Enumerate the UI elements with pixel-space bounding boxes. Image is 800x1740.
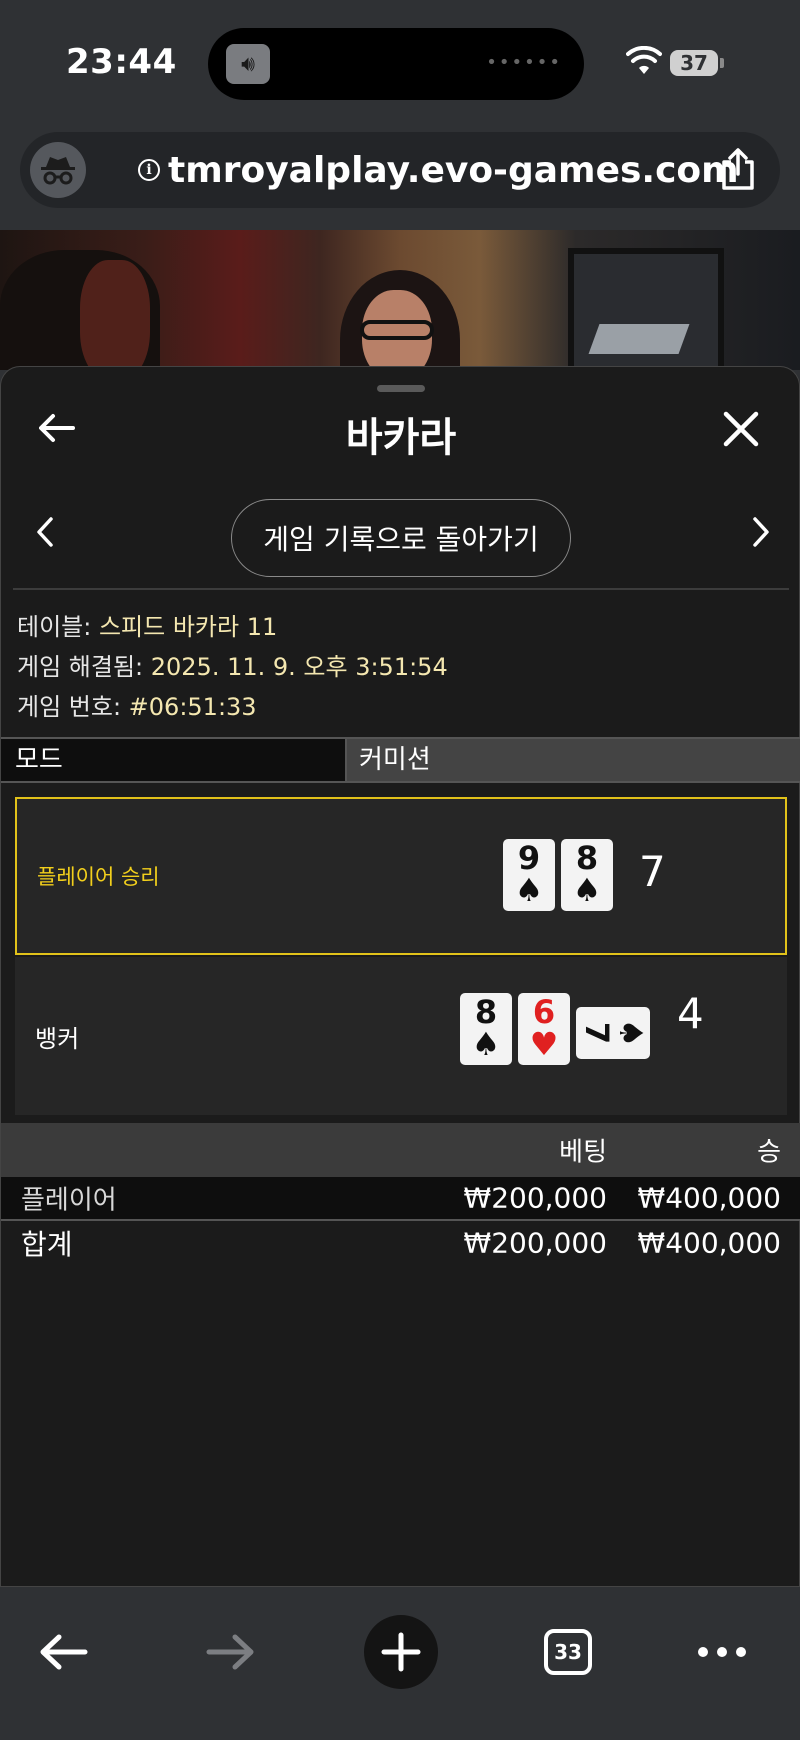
playing-card-sideways: 7 ♠: [576, 1007, 650, 1059]
video-monitor: [568, 248, 724, 370]
dynamic-island: 🔊︎ ••••••: [208, 28, 584, 100]
commission-label: 커미션: [347, 739, 800, 781]
browser-forward-button[interactable]: [200, 1611, 260, 1693]
bets-table: 베팅 승 플레이어 ₩200,000 ₩400,000 합계 ₩200,000 …: [1, 1123, 800, 1265]
table-value: 스피드 바카라 11: [98, 613, 278, 641]
speaker-icon: 🔊︎: [226, 44, 270, 84]
sheet-grabber[interactable]: [377, 385, 425, 392]
bets-table-header: 베팅 승: [1, 1123, 800, 1177]
address-bar[interactable]: i tmroyalplay.evo-games.com: [20, 132, 780, 208]
player-score: 7: [639, 847, 666, 896]
total-win: ₩400,000: [637, 1226, 781, 1260]
tabs-button[interactable]: 33: [544, 1629, 592, 1675]
arrow-right-icon: [206, 1634, 254, 1670]
battery-icon: 37: [670, 50, 718, 76]
site-info-icon[interactable]: i: [138, 159, 160, 181]
spade-icon: ♠: [471, 1025, 501, 1063]
bet-amount: ₩200,000: [463, 1181, 607, 1215]
total-label: 합계: [21, 1228, 73, 1261]
playing-card: 6 ♥: [518, 993, 570, 1065]
table-info: 테이블: 스피드 바카라 11: [17, 607, 448, 647]
player-result-label: 플레이어 승리: [37, 865, 160, 889]
heart-icon: ♥: [529, 1025, 559, 1063]
url-text[interactable]: tmroyalplay.evo-games.com: [168, 150, 739, 191]
plus-icon: [381, 1632, 421, 1672]
spade-icon: ♠: [514, 871, 544, 909]
game-number-info: 게임 번호: #06:51:33: [17, 687, 448, 727]
banker-score: 4: [677, 989, 704, 1038]
banker-result: 뱅커 8 ♠ 6 ♥ 7 ♠ 4: [15, 957, 787, 1115]
player-cards: 9 ♠ 8 ♠: [503, 839, 613, 911]
game-number-label: 게임 번호:: [17, 693, 129, 721]
resolved-label: 게임 해결됨:: [17, 653, 151, 681]
player-result: 플레이어 승리 9 ♠ 8 ♠ 7: [15, 797, 787, 955]
video-dealer-glasses: [360, 320, 434, 340]
table-row: 플레이어 ₩200,000 ₩400,000: [1, 1177, 800, 1221]
bet-column-header: 베팅: [559, 1137, 607, 1168]
battery-tip: [720, 58, 724, 68]
banker-result-label: 뱅커: [35, 1024, 80, 1053]
table-label: 테이블:: [17, 613, 99, 641]
new-tab-button[interactable]: [364, 1615, 438, 1689]
sheet-title: 바카라: [345, 415, 457, 461]
previous-game-button[interactable]: [33, 515, 57, 549]
status-bar: 23:44 🔊︎ •••••• 37: [0, 0, 800, 120]
total-row: 합계 ₩200,000 ₩400,000: [1, 1221, 800, 1265]
back-to-history-button[interactable]: 게임 기록으로 돌아가기: [231, 499, 571, 577]
win-column-header: 승: [757, 1137, 781, 1168]
incognito-icon[interactable]: [30, 142, 86, 198]
wifi-icon: [626, 46, 662, 74]
game-detail-sheet: 바카라 게임 기록으로 돌아가기 테이블: 스피드 바카라 11 게임 해결됨:…: [0, 366, 800, 1586]
game-number-value: #06:51:33: [128, 693, 257, 721]
browser-back-button[interactable]: [34, 1611, 94, 1693]
resolved-info: 게임 해결됨: 2025. 11. 9. 오후 3:51:54: [17, 647, 448, 687]
mode-row: 모드 커미션: [1, 737, 800, 783]
spade-icon: ♠: [572, 871, 602, 909]
bet-name: 플레이어: [21, 1185, 117, 1216]
divider: [13, 588, 789, 590]
browser-toolbar: 33: [0, 1586, 800, 1740]
mode-label: 모드: [1, 739, 347, 781]
share-icon[interactable]: [718, 148, 758, 192]
win-amount: ₩400,000: [637, 1181, 781, 1215]
total-bet: ₩200,000: [463, 1226, 607, 1260]
close-button[interactable]: [723, 411, 759, 447]
close-icon: [723, 411, 759, 447]
resolved-value: 2025. 11. 9. 오후 3:51:54: [150, 653, 448, 681]
spade-icon: ♠: [612, 1018, 650, 1048]
game-info: 테이블: 스피드 바카라 11 게임 해결됨: 2025. 11. 9. 오후 …: [17, 607, 448, 727]
playing-card: 8 ♠: [460, 993, 512, 1065]
arrow-left-icon: [40, 1634, 88, 1670]
live-video: [0, 230, 800, 370]
activity-dots-icon: ••••••: [486, 52, 562, 73]
next-game-button[interactable]: [749, 515, 773, 549]
more-menu-button[interactable]: [696, 1611, 748, 1693]
more-icon: [698, 1647, 746, 1657]
clock: 23:44: [66, 42, 177, 82]
playing-card: 8 ♠: [561, 839, 613, 911]
banker-cards: 8 ♠ 6 ♥ 7 ♠: [460, 993, 650, 1065]
playing-card: 9 ♠: [503, 839, 555, 911]
video-person: [80, 260, 150, 370]
